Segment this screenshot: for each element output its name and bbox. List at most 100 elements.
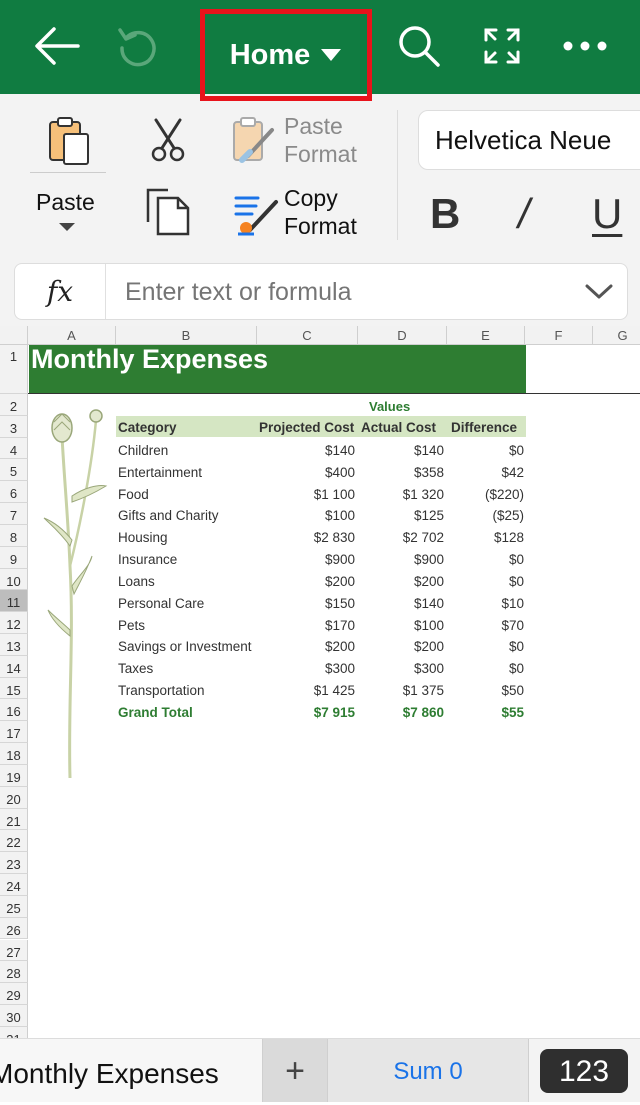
- add-sheet-button[interactable]: +: [263, 1039, 328, 1102]
- difference-cell[interactable]: $0: [509, 552, 524, 567]
- column-header-f[interactable]: F: [525, 326, 593, 345]
- actual-cost-cell[interactable]: $200: [414, 639, 444, 654]
- row-header[interactable]: 5: [0, 459, 28, 482]
- difference-cell[interactable]: $10: [501, 596, 524, 611]
- row-header[interactable]: 16: [0, 699, 28, 722]
- difference-cell[interactable]: $50: [501, 683, 524, 698]
- actual-cost-cell[interactable]: $140: [414, 596, 444, 611]
- projected-cost-cell[interactable]: $1 100: [314, 487, 355, 502]
- paste-button[interactable]: Paste: [30, 112, 106, 234]
- difference-cell[interactable]: $55: [501, 705, 524, 720]
- actual-cost-cell[interactable]: $100: [414, 618, 444, 633]
- actual-cost-cell[interactable]: $2 702: [403, 530, 444, 545]
- undo-icon[interactable]: [114, 18, 162, 74]
- category-cell[interactable]: Savings or Investment: [118, 639, 258, 654]
- more-icon[interactable]: [560, 18, 610, 74]
- row-header[interactable]: 8: [0, 524, 28, 547]
- category-cell[interactable]: Loans: [118, 574, 258, 589]
- projected-cost-cell[interactable]: $1 425: [314, 683, 355, 698]
- row-header[interactable]: 25: [0, 895, 28, 918]
- projected-cost-cell[interactable]: $7 915: [314, 705, 355, 720]
- row-header[interactable]: 17: [0, 721, 28, 744]
- underline-button[interactable]: U: [592, 190, 622, 238]
- font-name-field[interactable]: Helvetica Neue: [418, 110, 640, 170]
- sheet-title[interactable]: Monthly Expenses: [31, 344, 268, 375]
- category-cell[interactable]: Gifts and Charity: [118, 508, 258, 523]
- actual-cost-cell[interactable]: $1 320: [403, 487, 444, 502]
- column-header-e[interactable]: E: [447, 326, 525, 345]
- header-category[interactable]: Category: [118, 420, 177, 435]
- projected-cost-cell[interactable]: $300: [325, 661, 355, 676]
- fx-label[interactable]: fx: [15, 264, 106, 319]
- actual-cost-cell[interactable]: $200: [414, 574, 444, 589]
- row-header[interactable]: 20: [0, 786, 28, 809]
- select-all-corner[interactable]: [0, 326, 28, 345]
- header-projected-cost[interactable]: Projected Cost: [259, 420, 354, 435]
- column-header-d[interactable]: D: [358, 326, 447, 345]
- row-header[interactable]: 2: [0, 394, 28, 416]
- category-cell[interactable]: Taxes: [118, 661, 258, 676]
- row-header[interactable]: 22: [0, 830, 28, 853]
- category-cell[interactable]: Food: [118, 487, 258, 502]
- bold-button[interactable]: B: [430, 190, 460, 238]
- projected-cost-cell[interactable]: $200: [325, 574, 355, 589]
- paste-format-button[interactable]: Paste Format: [232, 112, 382, 170]
- row-header[interactable]: 3: [0, 415, 28, 438]
- row-header[interactable]: 7: [0, 503, 28, 525]
- cut-button[interactable]: [148, 118, 192, 164]
- category-cell[interactable]: Housing: [118, 530, 258, 545]
- actual-cost-cell[interactable]: $358: [414, 465, 444, 480]
- header-difference[interactable]: Difference: [451, 420, 517, 435]
- row-header[interactable]: 1: [0, 345, 28, 394]
- actual-cost-cell[interactable]: $300: [414, 661, 444, 676]
- row-header[interactable]: 6: [0, 481, 28, 504]
- row-header[interactable]: 15: [0, 677, 28, 700]
- projected-cost-cell[interactable]: $150: [325, 596, 355, 611]
- column-header-b[interactable]: B: [116, 326, 257, 345]
- projected-cost-cell[interactable]: $400: [325, 465, 355, 480]
- row-header[interactable]: 12: [0, 612, 28, 634]
- fullscreen-icon[interactable]: [480, 18, 524, 74]
- row-header[interactable]: 28: [0, 961, 28, 984]
- actual-cost-cell[interactable]: $140: [414, 443, 444, 458]
- projected-cost-cell[interactable]: $200: [325, 639, 355, 654]
- italic-button[interactable]: /: [518, 190, 530, 238]
- column-header-c[interactable]: C: [257, 326, 358, 345]
- row-header[interactable]: 24: [0, 874, 28, 896]
- category-cell[interactable]: Pets: [118, 618, 258, 633]
- category-cell[interactable]: Entertainment: [118, 465, 258, 480]
- difference-cell[interactable]: $0: [509, 443, 524, 458]
- column-header-a[interactable]: A: [28, 326, 116, 345]
- sum-status[interactable]: Sum 0: [328, 1039, 529, 1102]
- difference-cell[interactable]: $42: [501, 465, 524, 480]
- actual-cost-cell[interactable]: $7 860: [403, 705, 444, 720]
- sheet-tab[interactable]: Monthly Expenses: [0, 1039, 263, 1102]
- row-header[interactable]: 11: [0, 590, 28, 613]
- row-header[interactable]: 10: [0, 568, 28, 591]
- spreadsheet-grid[interactable]: ABCDEFG 1 2 3 4 5 6 7 8 9 10 11 12 13 14 15 16 17 18 19 20 2…: [0, 326, 640, 1038]
- row-header[interactable]: 30: [0, 1004, 28, 1027]
- chevron-down-icon[interactable]: [585, 284, 613, 300]
- category-cell[interactable]: Personal Care: [118, 596, 258, 611]
- row-header[interactable]: 18: [0, 743, 28, 765]
- difference-cell[interactable]: $0: [509, 661, 524, 676]
- actual-cost-cell[interactable]: $900: [414, 552, 444, 567]
- difference-cell[interactable]: ($220): [485, 487, 524, 502]
- difference-cell[interactable]: $128: [494, 530, 524, 545]
- values-label[interactable]: Values: [369, 399, 410, 414]
- category-cell[interactable]: Grand Total: [118, 705, 258, 720]
- difference-cell[interactable]: $0: [509, 574, 524, 589]
- projected-cost-cell[interactable]: $900: [325, 552, 355, 567]
- row-header[interactable]: 29: [0, 983, 28, 1005]
- projected-cost-cell[interactable]: $140: [325, 443, 355, 458]
- formula-input[interactable]: [125, 264, 565, 319]
- difference-cell[interactable]: ($25): [492, 508, 524, 523]
- copy-button[interactable]: [144, 186, 194, 236]
- row-header[interactable]: 31: [0, 1026, 28, 1038]
- row-header[interactable]: 27: [0, 939, 28, 962]
- projected-cost-cell[interactable]: $170: [325, 618, 355, 633]
- actual-cost-cell[interactable]: $125: [414, 508, 444, 523]
- row-header[interactable]: 23: [0, 852, 28, 875]
- difference-cell[interactable]: $0: [509, 639, 524, 654]
- row-header[interactable]: 14: [0, 655, 28, 678]
